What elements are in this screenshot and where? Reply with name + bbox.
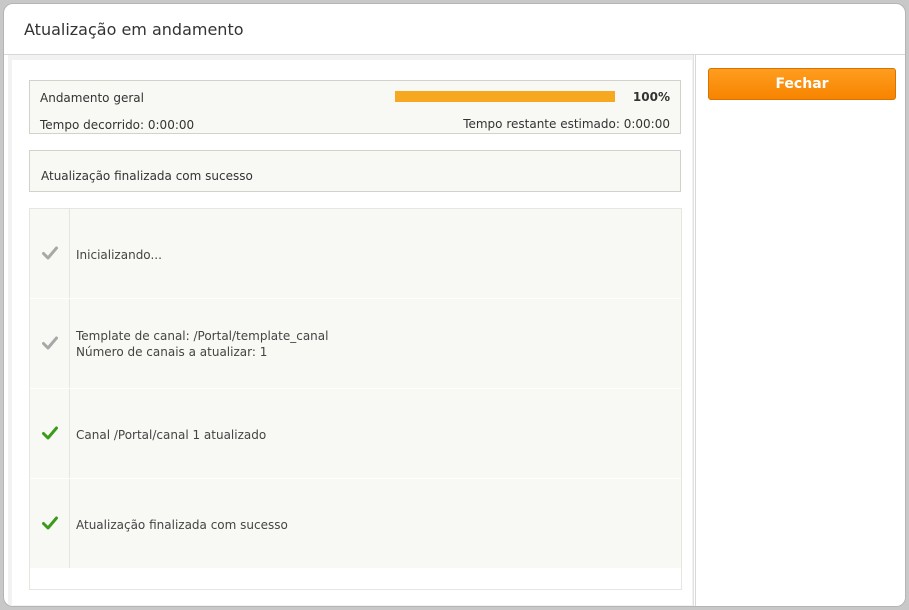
check-icon — [42, 516, 58, 530]
overall-progress-box: Andamento geral 100% Tempo decorrido: 0:… — [29, 80, 681, 134]
step-row: Inicializando... — [30, 209, 681, 298]
step-text: Template de canal: /Portal/template_cana… — [76, 328, 328, 360]
steps-log: Inicializando... Template de canal: /Por… — [29, 208, 682, 590]
step-row: Canal /Portal/canal 1 atualizado — [30, 389, 681, 478]
step-text: Canal /Portal/canal 1 atualizado — [76, 427, 266, 443]
step-icon-cell — [30, 299, 70, 388]
step-line: Número de canais a atualizar: 1 — [76, 345, 268, 359]
step-line: Template de canal: /Portal/template_cana… — [76, 329, 329, 343]
progress-percent: 100% — [632, 90, 670, 104]
update-dialog: Atualização em andamento Andamento geral… — [3, 3, 906, 607]
progress-bar — [395, 91, 615, 102]
dialog-header: Atualização em andamento — [4, 4, 905, 55]
progress-bar-fill — [395, 91, 615, 102]
progress-pane: Andamento geral 100% Tempo decorrido: 0:… — [8, 55, 694, 606]
close-button[interactable]: Fechar — [708, 68, 896, 100]
progress-pane-inner: Andamento geral 100% Tempo decorrido: 0:… — [12, 60, 692, 605]
step-text: Atualização finalizada com sucesso — [76, 517, 288, 533]
elapsed-time: Tempo decorrido: 0:00:00 — [40, 118, 195, 132]
step-line: Atualização finalizada com sucesso — [76, 518, 288, 532]
step-icon-cell — [30, 209, 70, 298]
step-text: Inicializando... — [76, 247, 162, 263]
status-message: Atualização finalizada com sucesso — [41, 169, 253, 183]
step-line: Inicializando... — [76, 248, 162, 262]
step-icon-cell — [30, 479, 70, 568]
step-row: Atualização finalizada com sucesso — [30, 479, 681, 568]
remaining-time: Tempo restante estimado: 0:00:00 — [463, 117, 670, 131]
check-icon — [42, 246, 58, 260]
overall-progress-label: Andamento geral — [40, 91, 144, 105]
step-row: Template de canal: /Portal/template_cana… — [30, 299, 681, 388]
step-line: Canal /Portal/canal 1 atualizado — [76, 428, 267, 442]
status-message-box: Atualização finalizada com sucesso — [29, 150, 681, 192]
check-icon — [42, 426, 58, 440]
actions-pane: Fechar — [695, 55, 905, 606]
check-icon — [42, 336, 58, 350]
step-icon-cell — [30, 389, 70, 478]
dialog-title: Atualização em andamento — [24, 20, 244, 39]
